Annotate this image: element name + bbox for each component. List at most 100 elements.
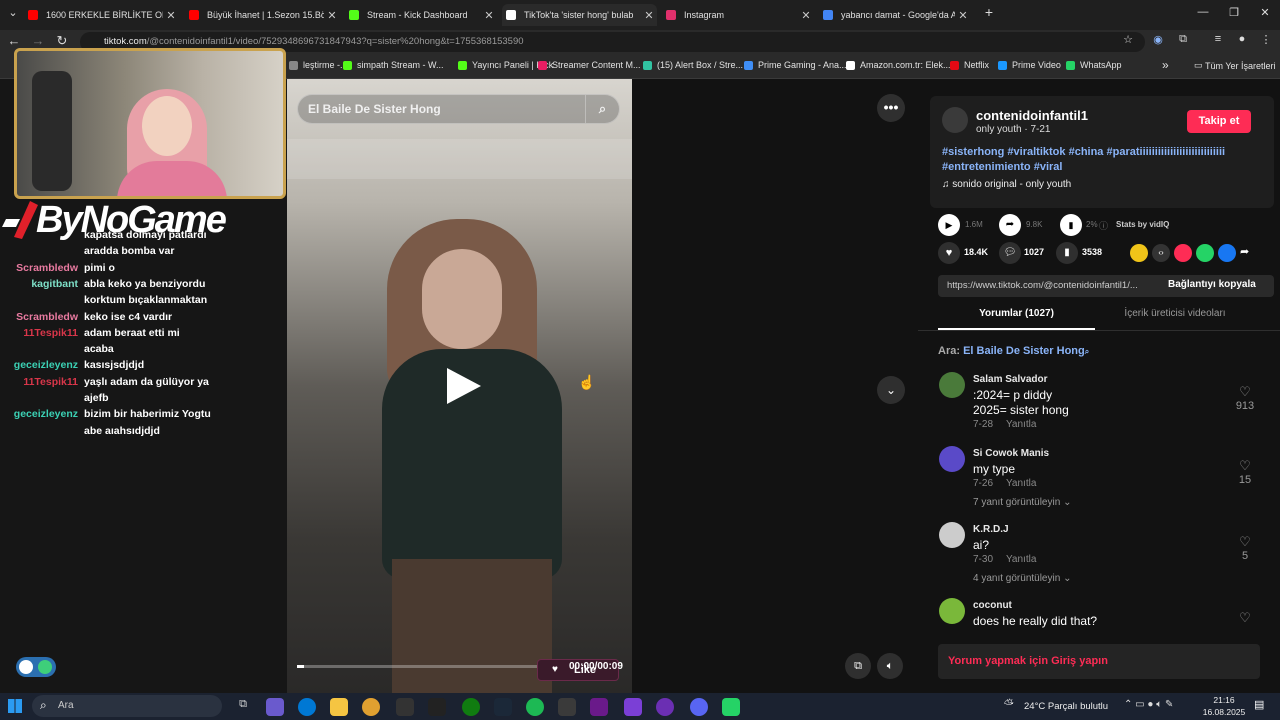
close-tab-icon[interactable]: ✕ (324, 9, 340, 22)
discord-icon[interactable] (690, 698, 708, 716)
tray-icons[interactable]: ⌃ ▭ ● 🔈︎ ✎ (1124, 699, 1173, 710)
close-tab-icon[interactable]: ✕ (641, 9, 657, 22)
bookmark-star-icon[interactable]: ☆ (1120, 33, 1136, 46)
tab-2[interactable]: Stream - Kick Dashboard ✕ (345, 4, 497, 26)
whatsapp-share-icon[interactable] (1196, 244, 1214, 262)
tab-5[interactable]: yabancı damat - Google'da Ara ✕ (819, 4, 971, 26)
close-tab-icon[interactable]: ✕ (481, 9, 497, 22)
forward-icon[interactable]: → (30, 33, 46, 48)
share-more-icon[interactable]: ➦ (1240, 245, 1249, 258)
chrome-icon[interactable] (362, 698, 380, 716)
comment-like-icon[interactable]: ♡ (1230, 458, 1260, 474)
hashtag-link[interactable]: #china (1069, 146, 1104, 158)
clock-date[interactable]: 16.08.2025 (1196, 707, 1252, 717)
profile-icon[interactable]: ● (1234, 33, 1250, 45)
bookmark-item[interactable]: WhatsApp (1066, 60, 1122, 70)
sound-row[interactable]: ♫ sonido original - only youth (942, 179, 1071, 190)
amd-icon[interactable] (428, 698, 446, 716)
video-url[interactable]: https://www.tiktok.com/@contenidoinfanti… (947, 280, 1152, 291)
comment-icon[interactable]: 💬︎ (999, 242, 1021, 264)
video-progress-track[interactable] (297, 665, 539, 668)
floating-player-icon[interactable]: ⧉ (845, 653, 871, 679)
hashtag-link[interactable]: #sisterhong (942, 146, 1004, 158)
hashtag-link[interactable]: #paratiiiiiiiiiiiiiiiiiiiiiiiiiiii (1107, 146, 1226, 158)
tab-creator-videos[interactable]: İçerik üreticisi videoları (1095, 308, 1255, 330)
bookmarks-overflow-button[interactable]: » (1162, 58, 1169, 72)
view-replies-button[interactable]: 4 yanıt görüntüleyin ⌄ (973, 573, 1071, 584)
coin-icon[interactable] (1130, 244, 1148, 262)
folder-icon[interactable] (624, 698, 642, 716)
new-tab-button[interactable]: + (974, 4, 1004, 20)
all-bookmarks-button[interactable]: ▭ Tüm Yer İşaretleri (1194, 60, 1276, 71)
close-tab-icon[interactable]: ✕ (798, 9, 814, 22)
search-hint[interactable]: Ara: El Baile De Sister Hong⌕ (938, 345, 1089, 357)
extension-icon[interactable]: ◉ (1150, 33, 1166, 46)
login-to-comment[interactable]: Yorum yapmak için Giriş yapın (938, 644, 1260, 679)
edge-icon[interactable] (298, 698, 316, 716)
epic-games-icon[interactable] (396, 698, 414, 716)
minimize-window-button[interactable]: — (1188, 6, 1218, 18)
clock-time[interactable]: 21:16 (1204, 695, 1244, 705)
obs-icon[interactable] (656, 698, 674, 716)
tab-0[interactable]: 1600 ERKEKLE BİRLİKTE OLUP K✕ (24, 4, 179, 26)
media-icon[interactable]: ≡ (1210, 33, 1226, 45)
search-icon[interactable]: ⌕ (585, 95, 619, 123)
extensions-puzzle-icon[interactable]: ⧉ (1175, 33, 1191, 46)
view-replies-button[interactable]: 7 yanıt görüntüleyin ⌄ (973, 497, 1071, 508)
bookmark-item[interactable]: Prime Video (998, 60, 1061, 70)
commenter-avatar[interactable] (939, 522, 965, 548)
bookmark-item[interactable]: Amazon.com.tr: Elek... (846, 60, 951, 70)
comment-like-icon[interactable]: ♡ (1230, 610, 1260, 626)
weather-text[interactable]: 24°C Parçalı bulutlu (1024, 701, 1108, 712)
video-search-box[interactable]: El Baile De Sister Hong ⌕ (297, 94, 620, 124)
steam-icon[interactable] (494, 698, 512, 716)
spotify-icon[interactable] (526, 698, 544, 716)
copilot-icon[interactable] (266, 698, 284, 716)
commenter-avatar[interactable] (939, 372, 965, 398)
tab-1[interactable]: Büyük İhanet | 1.Sezon 15.Bölüm✕ (185, 4, 340, 26)
vidiq-label[interactable]: Stats by vidIQ (1116, 220, 1169, 229)
tab-search-icon[interactable]: ⌄ (0, 6, 26, 19)
hashtag-link[interactable]: #viraltiktok (1007, 146, 1065, 158)
menu-icon[interactable]: ⋮ (1258, 33, 1274, 46)
reply-button[interactable]: Yanıtla (1006, 419, 1036, 430)
bookmark-item[interactable]: Streamer Content M... (538, 60, 641, 70)
copy-link-button[interactable]: Bağlantıyı kopyala (1168, 279, 1256, 290)
reply-button[interactable]: Yanıtla (1006, 554, 1036, 565)
bookmark-item[interactable]: leştirme -... (289, 60, 348, 70)
overlay-toggle[interactable] (16, 657, 56, 677)
bookmark-item[interactable]: (15) Alert Box / Stre... (643, 60, 743, 70)
back-icon[interactable]: ← (6, 33, 22, 48)
close-window-button[interactable]: ✕ (1250, 6, 1280, 19)
close-tab-icon[interactable]: ✕ (163, 9, 179, 22)
commenter-name[interactable]: Salam Salvador (973, 374, 1047, 385)
notification-icon[interactable]: ▤ (1254, 698, 1264, 711)
task-view-icon[interactable]: ⧉ (234, 698, 252, 716)
windows-start-icon[interactable] (8, 699, 22, 713)
follow-button[interactable]: Takip et (1187, 110, 1251, 133)
hashtag-link[interactable]: #entretenimiento (942, 161, 1031, 173)
bookmark-item[interactable]: simpath Stream - W... (343, 60, 444, 70)
whatsapp-app-icon[interactable] (722, 698, 740, 716)
restore-window-button[interactable]: ❐ (1219, 6, 1249, 19)
capcut-icon[interactable] (558, 698, 576, 716)
commenter-avatar[interactable] (939, 598, 965, 624)
send-icon[interactable] (1174, 244, 1192, 262)
commenter-name[interactable]: K.R.D.J (973, 524, 1009, 535)
close-tab-icon[interactable]: ✕ (955, 9, 971, 22)
bookmark-item[interactable]: Prime Gaming - Ana... (744, 60, 847, 70)
commenter-name[interactable]: coconut (973, 600, 1012, 611)
volume-icon[interactable]: 🔈︎ (877, 653, 903, 679)
bookmark-item[interactable]: Netflix (950, 60, 989, 70)
author-avatar[interactable] (942, 107, 968, 133)
hashtag-link[interactable]: #viral (1034, 161, 1063, 173)
play-icon[interactable] (443, 366, 483, 406)
reply-button[interactable]: Yanıtla (1006, 478, 1036, 489)
facebook-share-icon[interactable] (1218, 244, 1236, 262)
tab-3[interactable]: TikTok'ta 'sister hong' bulab ✕ (502, 4, 657, 26)
comment-like-icon[interactable]: ♡ (1230, 534, 1260, 550)
taskbar-search[interactable]: ⌕ Ara (32, 695, 222, 717)
chevron-down-icon[interactable]: ⌄ (877, 376, 905, 404)
commenter-avatar[interactable] (939, 446, 965, 472)
xbox-icon[interactable] (462, 698, 480, 716)
